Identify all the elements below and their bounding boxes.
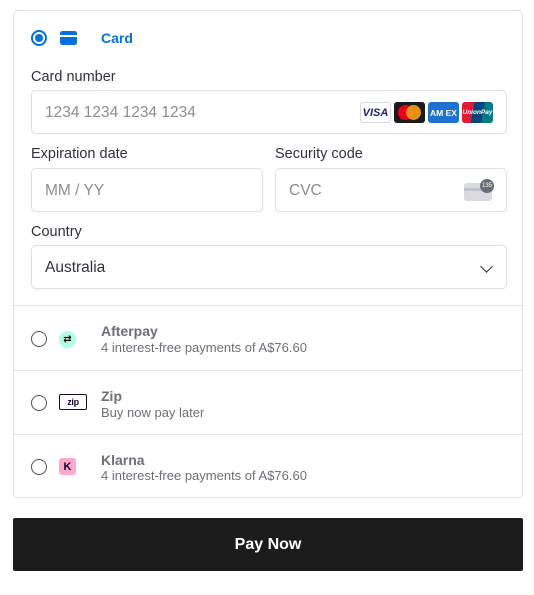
card-radio[interactable] [31, 30, 47, 46]
unionpay-icon: UnionPay [462, 102, 493, 123]
amex-icon: AM EX [428, 102, 459, 123]
card-payment-section: Card Card number 1234 1234 1234 1234 VIS… [14, 11, 522, 305]
payment-option-zip[interactable]: zip Zip Buy now pay later [14, 370, 522, 434]
country-label: Country [31, 224, 82, 240]
security-code-input[interactable]: CVC 135 [275, 168, 507, 212]
zip-title: Zip [101, 388, 122, 404]
klarna-subtitle: 4 interest-free payments of A$76.60 [101, 468, 307, 483]
klarna-title: Klarna [101, 452, 145, 468]
chevron-down-icon [480, 260, 493, 273]
klarna-radio[interactable] [31, 459, 47, 475]
country-select[interactable]: Australia [31, 245, 507, 289]
security-code-placeholder: CVC [289, 182, 322, 199]
klarna-logo-icon: K [59, 458, 76, 475]
afterpay-radio[interactable] [31, 331, 47, 347]
payment-methods-panel: Card Card number 1234 1234 1234 1234 VIS… [13, 10, 523, 498]
afterpay-title: Afterpay [101, 323, 158, 339]
afterpay-subtitle: 4 interest-free payments of A$76.60 [101, 340, 307, 355]
zip-logo-icon: zip [59, 394, 87, 410]
pay-now-button[interactable]: Pay Now [13, 518, 523, 571]
afterpay-logo-icon: ⇄ [59, 331, 76, 348]
security-code-label: Security code [275, 146, 363, 162]
cvc-card-icon: 135 [464, 179, 494, 201]
expiration-date-placeholder: MM / YY [45, 182, 105, 199]
payment-option-klarna[interactable]: K Klarna 4 interest-free payments of A$7… [14, 434, 522, 498]
credit-card-icon [60, 31, 77, 45]
card-number-placeholder: 1234 1234 1234 1234 [45, 104, 196, 121]
expiration-date-input[interactable]: MM / YY [31, 168, 263, 212]
zip-radio[interactable] [31, 395, 47, 411]
card-tab-label[interactable]: Card [101, 30, 133, 46]
expiration-date-label: Expiration date [31, 146, 128, 162]
payment-option-afterpay[interactable]: ⇄ Afterpay 4 interest-free payments of A… [14, 305, 522, 370]
mastercard-icon [394, 102, 425, 123]
country-value: Australia [45, 259, 106, 276]
zip-subtitle: Buy now pay later [101, 405, 205, 420]
visa-icon: VISA [360, 102, 391, 123]
card-number-input[interactable]: 1234 1234 1234 1234 VISA AM EX UnionPay [31, 90, 507, 134]
card-number-label: Card number [31, 69, 116, 85]
